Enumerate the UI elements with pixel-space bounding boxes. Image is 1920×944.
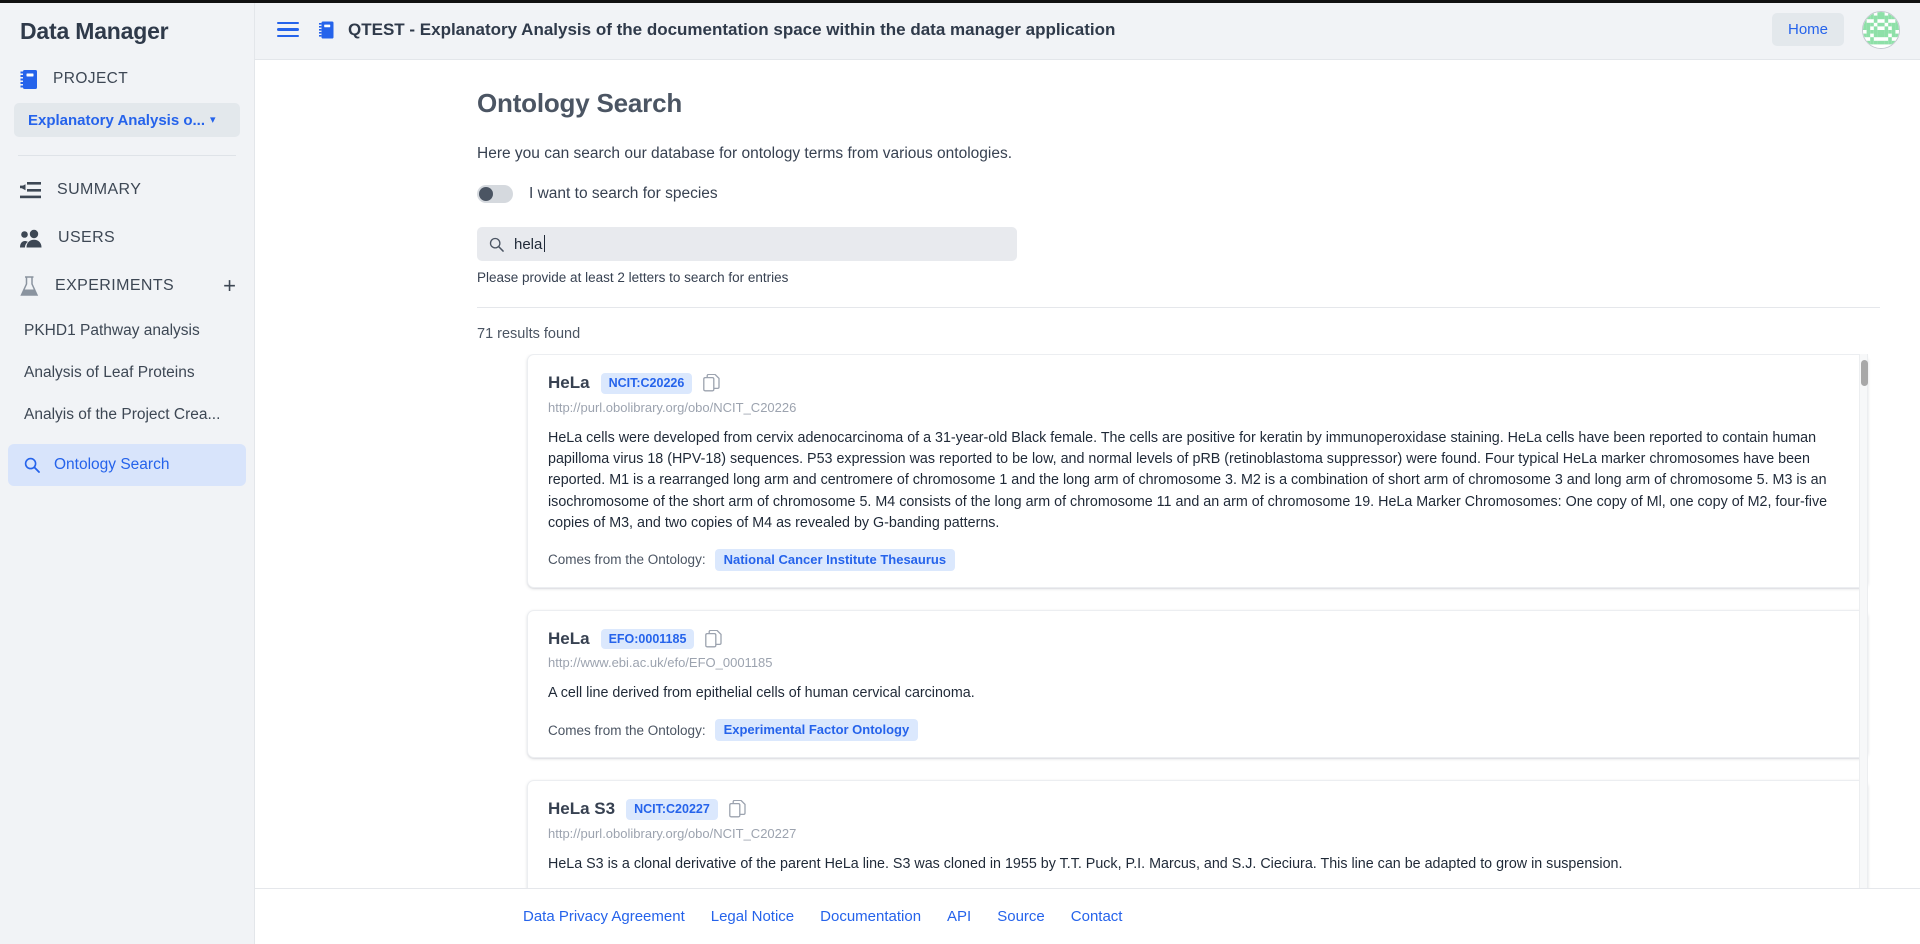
result-url[interactable]: http://purl.obolibrary.org/obo/NCIT_C202…	[548, 400, 1847, 415]
sidebar-item-experiments[interactable]: EXPERIMENTS +	[0, 262, 254, 310]
horizontal-divider	[477, 307, 1880, 308]
copy-icon[interactable]	[705, 630, 722, 648]
sidebar-experiment-item[interactable]: Analysis of Leaf Proteins	[0, 352, 254, 394]
result-description: HeLa cells were developed from cervix ad…	[548, 428, 1847, 535]
results-list: HeLa NCIT:C20226 http://purl.obolibrary.…	[255, 354, 1920, 888]
result-url[interactable]: http://purl.obolibrary.org/obo/NCIT_C202…	[548, 826, 1847, 841]
home-button[interactable]: Home	[1772, 13, 1844, 46]
summary-icon	[20, 181, 41, 200]
sidebar-experiment-item[interactable]: Analyis of the Project Crea...	[0, 394, 254, 436]
page-title: Ontology Search	[477, 88, 1880, 119]
result-ontology-row: Comes from the Ontology: National Cancer…	[548, 549, 1847, 571]
hamburger-icon[interactable]	[277, 18, 299, 42]
result-card[interactable]: HeLa EFO:0001185 http://www.ebi.ac.uk/ef…	[527, 610, 1868, 758]
result-url[interactable]: http://www.ebi.ac.uk/efo/EFO_0001185	[548, 655, 1847, 670]
result-card-header: HeLa S3 NCIT:C20227	[548, 799, 1847, 820]
toggle-knob	[479, 187, 493, 201]
sidebar-item-ontology-search-label: Ontology Search	[54, 456, 169, 474]
search-help-text: Please provide at least 2 letters to sea…	[477, 270, 1880, 285]
sidebar: Data Manager PROJECT Explanatory Analysi…	[0, 0, 255, 944]
search-icon	[489, 237, 504, 252]
sidebar-section-project: PROJECT	[0, 61, 254, 97]
footer-link-legal-notice[interactable]: Legal Notice	[711, 908, 794, 925]
project-selector[interactable]: Explanatory Analysis o... ▾	[14, 103, 240, 137]
result-title: HeLa S3	[548, 799, 615, 819]
result-id-badge: NCIT:C20227	[626, 799, 718, 820]
result-ontology-label: Comes from the Ontology:	[548, 552, 706, 567]
add-experiment-button[interactable]: +	[223, 275, 236, 297]
search-icon	[24, 457, 40, 473]
result-ontology-label: Comes from the Ontology:	[548, 723, 706, 738]
sidebar-item-users[interactable]: USERS	[0, 214, 254, 262]
result-title: HeLa	[548, 629, 590, 649]
result-ontology-badge[interactable]: Experimental Factor Ontology	[715, 719, 919, 741]
sidebar-item-summary[interactable]: SUMMARY	[0, 166, 254, 214]
search-input[interactable]: hela	[477, 227, 1017, 261]
flask-icon	[20, 276, 39, 297]
species-toggle-label: I want to search for species	[529, 185, 718, 203]
chevron-down-icon: ▾	[210, 115, 216, 126]
page-breadcrumb-title: QTEST - Explanatory Analysis of the docu…	[348, 20, 1115, 40]
sidebar-item-ontology-search[interactable]: Ontology Search	[8, 444, 246, 486]
species-toggle[interactable]	[477, 185, 513, 203]
result-description: HeLa S3 is a clonal derivative of the pa…	[548, 854, 1847, 875]
footer-link-source[interactable]: Source	[997, 908, 1045, 925]
main-region: QTEST - Explanatory Analysis of the docu…	[255, 0, 1920, 944]
sidebar-item-users-label: USERS	[58, 229, 115, 247]
results-count: 71 results found	[477, 326, 1880, 342]
result-ontology-row: Comes from the Ontology: Experimental Fa…	[548, 719, 1847, 741]
users-icon	[20, 229, 42, 248]
results-scrollbar[interactable]	[1859, 354, 1868, 888]
footer-link-contact[interactable]: Contact	[1071, 908, 1123, 925]
search-input-value: hela	[514, 236, 542, 253]
sidebar-item-experiments-label: EXPERIMENTS	[55, 277, 174, 295]
result-card[interactable]: HeLa NCIT:C20226 http://purl.obolibrary.…	[527, 354, 1868, 588]
result-id-badge: EFO:0001185	[601, 629, 695, 650]
sidebar-divider	[18, 155, 236, 156]
content-region: Ontology Search Here you can search our …	[255, 60, 1920, 944]
user-avatar-identicon-icon	[1863, 12, 1899, 48]
result-ontology-badge[interactable]: National Cancer Institute Thesaurus	[715, 549, 956, 571]
page-intro-text: Here you can search our database for ont…	[477, 145, 1880, 163]
footer-link-data-privacy-agreement[interactable]: Data Privacy Agreement	[523, 908, 685, 925]
footer: Data Privacy Agreement Legal Notice Docu…	[255, 888, 1920, 944]
footer-link-documentation[interactable]: Documentation	[820, 908, 921, 925]
top-bar: QTEST - Explanatory Analysis of the docu…	[255, 0, 1920, 60]
sidebar-section-project-label: PROJECT	[53, 70, 128, 88]
species-toggle-row: I want to search for species	[477, 185, 1880, 203]
sidebar-experiment-item[interactable]: PKHD1 Pathway analysis	[0, 310, 254, 352]
footer-link-api[interactable]: API	[947, 908, 971, 925]
result-card[interactable]: HeLa S3 NCIT:C20227 http://purl.obolibra…	[527, 780, 1868, 888]
page-header-block: Ontology Search Here you can search our …	[255, 88, 1920, 354]
result-card-header: HeLa EFO:0001185	[548, 629, 1847, 650]
sidebar-item-summary-label: SUMMARY	[57, 181, 141, 199]
result-card-header: HeLa NCIT:C20226	[548, 373, 1847, 394]
app-brand-title: Data Manager	[0, 0, 254, 61]
notebook-icon	[20, 69, 39, 90]
result-id-badge: NCIT:C20226	[601, 373, 693, 394]
result-title: HeLa	[548, 373, 590, 393]
window-top-strip	[0, 0, 1920, 3]
copy-icon[interactable]	[703, 374, 720, 392]
notebook-icon	[319, 21, 334, 39]
project-selector-value: Explanatory Analysis o...	[28, 112, 205, 129]
result-description: A cell line derived from epithelial cell…	[548, 683, 1847, 704]
copy-icon[interactable]	[729, 800, 746, 818]
scrollbar-thumb[interactable]	[1861, 360, 1868, 386]
avatar[interactable]	[1862, 11, 1900, 49]
